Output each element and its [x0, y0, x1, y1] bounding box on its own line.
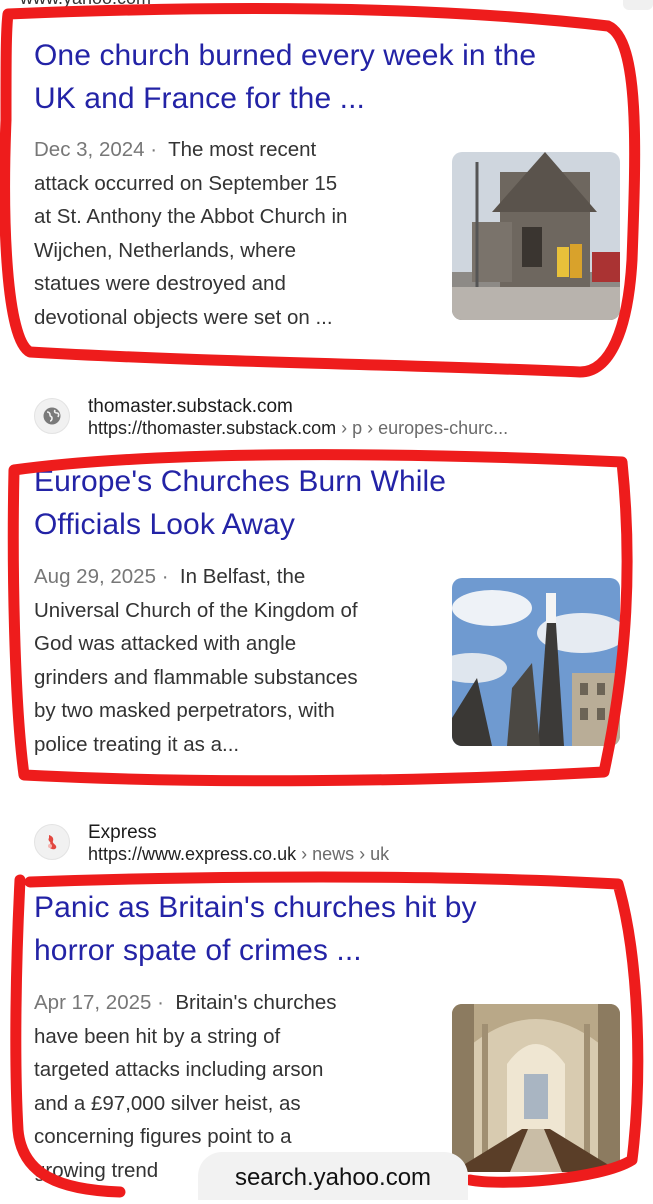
result-date: Dec 3, 2024	[34, 138, 145, 161]
snippet-line: at St. Anthony the Abbot Church in	[34, 205, 348, 228]
burning-spire-image[interactable]	[452, 578, 620, 746]
source-domain: https://thomaster.substack.com	[88, 418, 337, 438]
date-separator: ·	[161, 565, 169, 588]
snippet-line: and a £97,000 silver heist, as	[34, 1091, 301, 1115]
snippet-line: God was attacked with angle	[34, 632, 297, 655]
browser-url-pill[interactable]: search.yahoo.com	[198, 1152, 468, 1200]
source-url: https://www.express.co.uk › news › uk	[88, 844, 389, 865]
source-name: thomaster.substack.com	[88, 396, 293, 417]
source-breadcrumb: › news › uk	[296, 844, 390, 864]
date-separator: ·	[157, 991, 164, 1014]
result-title-line: Officials Look Away	[34, 508, 295, 541]
snippet-line: attack occurred on September 15	[34, 171, 338, 195]
previous-source-text: www.yahoo.com	[20, 0, 580, 9]
result-snippet: Dec 3, 2024 · The most recent attack occ…	[34, 133, 429, 334]
source-domain: https://www.express.co.uk	[88, 844, 297, 864]
snippet-line: Britain's churches	[175, 991, 337, 1014]
snippet-line: have been hit by a string of	[34, 1024, 281, 1048]
source-breadcrumb: › p › europes-churc...	[336, 418, 509, 438]
snippet-line: Wijchen, Netherlands, where	[34, 238, 297, 262]
snippet-line: The most recent	[168, 138, 317, 161]
source-url: https://thomaster.substack.com › p › eur…	[88, 418, 508, 439]
result-title-line: One church burned every week in the	[34, 39, 537, 72]
result-snippet: Aug 29, 2025 · In Belfast, the Universal…	[34, 560, 429, 761]
snippet-line: devotional objects were set on ...	[34, 305, 333, 329]
church-firefighters-image[interactable]	[452, 152, 620, 320]
result-date: Aug 29, 2025	[34, 565, 156, 588]
cathedral-interior-image[interactable]	[452, 1004, 620, 1172]
source-name: Express	[88, 822, 157, 843]
snippet-line: targeted attacks including arson	[34, 1058, 324, 1081]
scroll-edge	[623, 0, 653, 10]
snippet-line: statues were destroyed and	[34, 272, 286, 295]
snippet-line: concerning figures point to a	[34, 1125, 292, 1148]
snippet-line: In Belfast, the	[179, 565, 306, 588]
snippet-line: growing trend	[34, 1158, 159, 1182]
express-logo-icon	[34, 824, 70, 860]
snippet-line: grinders and flammable substances	[34, 665, 358, 689]
snippet-line: police treating it as a...	[34, 732, 240, 756]
result-title-line: horror spate of crimes ...	[34, 934, 362, 967]
previous-result-fragment: www.yahoo.com	[20, 0, 580, 10]
result-title-line: Panic as Britain's churches hit by	[34, 891, 477, 924]
result-title-line: UK and France for the ...	[34, 82, 365, 115]
snippet-line: Universal Church of the Kingdom of	[34, 598, 358, 622]
result-date: Apr 17, 2025	[34, 991, 152, 1014]
result-title-line: Europe's Churches Burn While	[34, 465, 447, 498]
date-separator: ·	[150, 138, 158, 161]
snippet-line: by two masked perpetrators, with	[34, 699, 335, 722]
globe-icon	[34, 398, 70, 434]
